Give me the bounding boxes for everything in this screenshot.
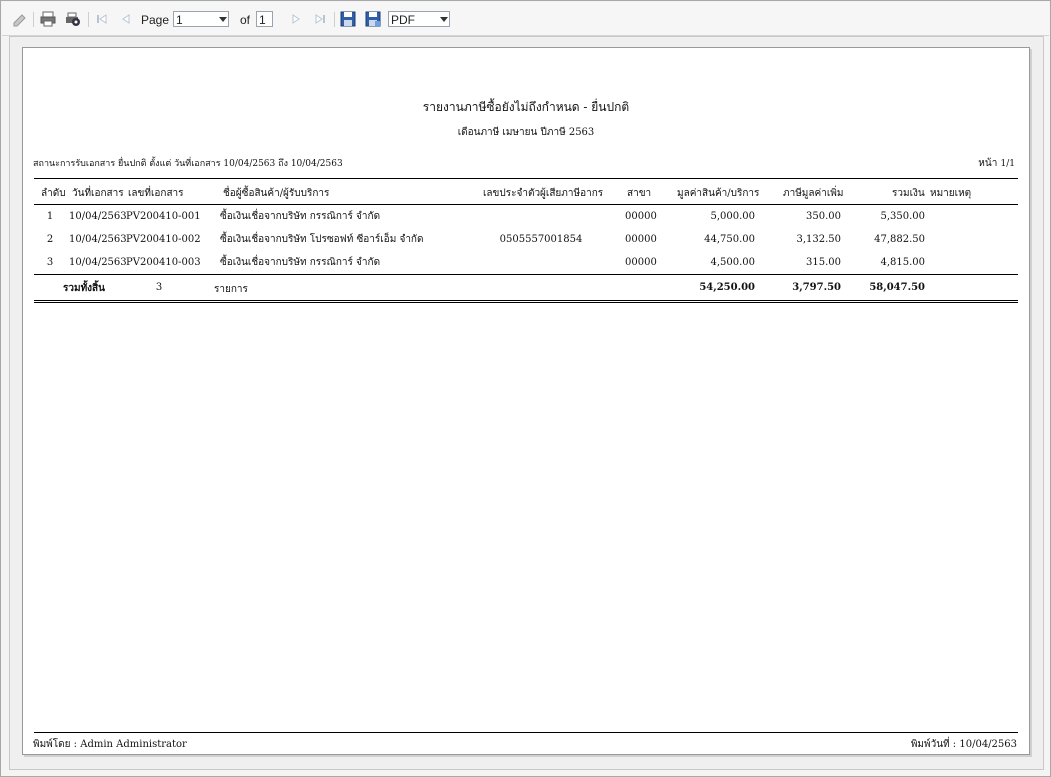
row-date: 10/04/2563 [69, 211, 127, 222]
row-total: 4,815.00 [880, 257, 925, 268]
printed-date: พิมพ์วันที่ : 10/04/2563 [910, 739, 1017, 750]
row-date: 10/04/2563 [69, 257, 127, 268]
col-header-vat: ภาษีมูลค่าเพิ่ม [783, 188, 844, 199]
summary-amount: 54,250.00 [699, 282, 755, 293]
row-doc-no: PV200410-001 [126, 211, 201, 222]
page-label: Page [141, 13, 170, 27]
summary-top-rule [34, 274, 1018, 275]
col-header-total: รวมเงิน [892, 188, 925, 199]
total-pages-value: 1 [259, 13, 266, 27]
col-header-date: วันที่เอกสาร [72, 188, 124, 199]
last-page-icon[interactable] [312, 11, 328, 27]
page-number-label: หน้า [978, 158, 998, 169]
summary-vat: 3,797.50 [792, 282, 841, 293]
row-amount: 4,500.00 [710, 257, 755, 268]
row-vendor: ซื้อเงินเชื่อจากบริษัท กรรณิการ์ จำกัด [220, 257, 381, 268]
prev-page-icon[interactable] [118, 11, 134, 27]
printed-by: พิมพ์โดย : Admin Administrator [33, 739, 187, 750]
report-page: รายงานภาษีซื้อยังไม่ถึงกำหนด - ยื่นปกติ … [22, 47, 1030, 755]
col-header-seq: ลำดับ [41, 188, 66, 199]
col-header-doc-no: เลขที่เอกสาร [128, 188, 184, 199]
save-as-icon[interactable] [365, 11, 381, 27]
report-subtitle: เดือนภาษี เมษายน ปีภาษี 2563 [457, 127, 595, 138]
footer-rule [34, 732, 1018, 733]
col-header-amount: มูลค่าสินค้า/บริการ [677, 188, 760, 199]
summary-total: 58,047.50 [869, 282, 925, 293]
row-vendor: ซื้อเงินเชื่อจากบริษัท กรรณิการ์ จำกัด [220, 211, 381, 222]
report-title: รายงานภาษีซื้อยังไม่ถึงกำหนด - ยื่นปกติ [422, 100, 630, 114]
row-doc-no: PV200410-003 [126, 257, 201, 268]
first-page-icon[interactable] [94, 11, 110, 27]
row-total: 47,882.50 [874, 234, 925, 245]
report-page-number: หน้า 1/1 [978, 156, 1015, 171]
export-format-value: PDF [391, 13, 415, 27]
col-header-vendor: ชื่อผู้ซื้อสินค้า/ผู้รับบริการ [223, 188, 330, 199]
edit-icon[interactable] [12, 11, 28, 27]
summary-double-rule-1 [34, 300, 1018, 301]
row-vat: 315.00 [806, 257, 841, 268]
summary-count: 3 [155, 282, 163, 293]
row-amount: 44,750.00 [704, 234, 755, 245]
toolbar-separator [88, 12, 89, 27]
col-header-note: หมายเหตุ [930, 188, 972, 199]
header-top-rule [34, 178, 1018, 179]
page-number-text: 1/1 [1000, 159, 1015, 169]
row-seq: 3 [46, 257, 54, 268]
row-vat: 3,132.50 [796, 234, 841, 245]
row-total: 5,350.00 [880, 211, 925, 222]
total-pages-field: 1 [256, 11, 273, 27]
row-vat: 350.00 [806, 211, 841, 222]
chevron-down-icon[interactable] [437, 11, 451, 27]
row-amount: 5,000.00 [710, 211, 755, 222]
row-branch: 00000 [625, 234, 657, 245]
of-label: of [240, 13, 251, 27]
toolbar-separator [33, 12, 34, 27]
summary-double-rule-2 [34, 302, 1018, 303]
row-vendor: ซื้อเงินเชื่อจากบริษัท โปรซอฟท์ ซีอาร์เอ… [220, 234, 424, 245]
report-viewer-window: Page 1 of 1 PDF รายงานภาษีซื้อยังไม่ถึงก… [0, 0, 1051, 777]
chevron-down-icon[interactable] [216, 11, 230, 27]
report-criteria: สถานะการรับเอกสาร ยื่นปกติ ตั้งแต่ วันที… [33, 159, 343, 169]
print-setup-icon[interactable] [65, 11, 81, 27]
next-page-icon[interactable] [288, 11, 304, 27]
row-branch: 00000 [625, 257, 657, 268]
col-header-branch: สาขา [627, 188, 652, 199]
summary-label: รวมทั้งสิ้น [63, 283, 105, 294]
row-date: 10/04/2563 [69, 234, 127, 245]
save-icon[interactable] [340, 11, 356, 27]
toolbar-separator [334, 12, 335, 27]
row-seq: 2 [46, 234, 54, 245]
page-number-value: 1 [176, 13, 183, 27]
col-header-tax-id: เลขประจำตัวผู้เสียภาษีอากร [483, 188, 604, 199]
report-viewer-area[interactable]: รายงานภาษีซื้อยังไม่ถึงกำหนด - ยื่นปกติ … [9, 36, 1044, 770]
row-doc-no: PV200410-002 [126, 234, 201, 245]
print-icon[interactable] [40, 11, 56, 27]
report-toolbar: Page 1 of 1 PDF [2, 2, 1049, 36]
row-seq: 1 [46, 211, 54, 222]
row-branch: 00000 [625, 211, 657, 222]
header-bottom-rule [34, 204, 1018, 205]
row-tax-id: 0505557001854 [499, 234, 583, 245]
summary-unit: รายการ [214, 284, 248, 295]
